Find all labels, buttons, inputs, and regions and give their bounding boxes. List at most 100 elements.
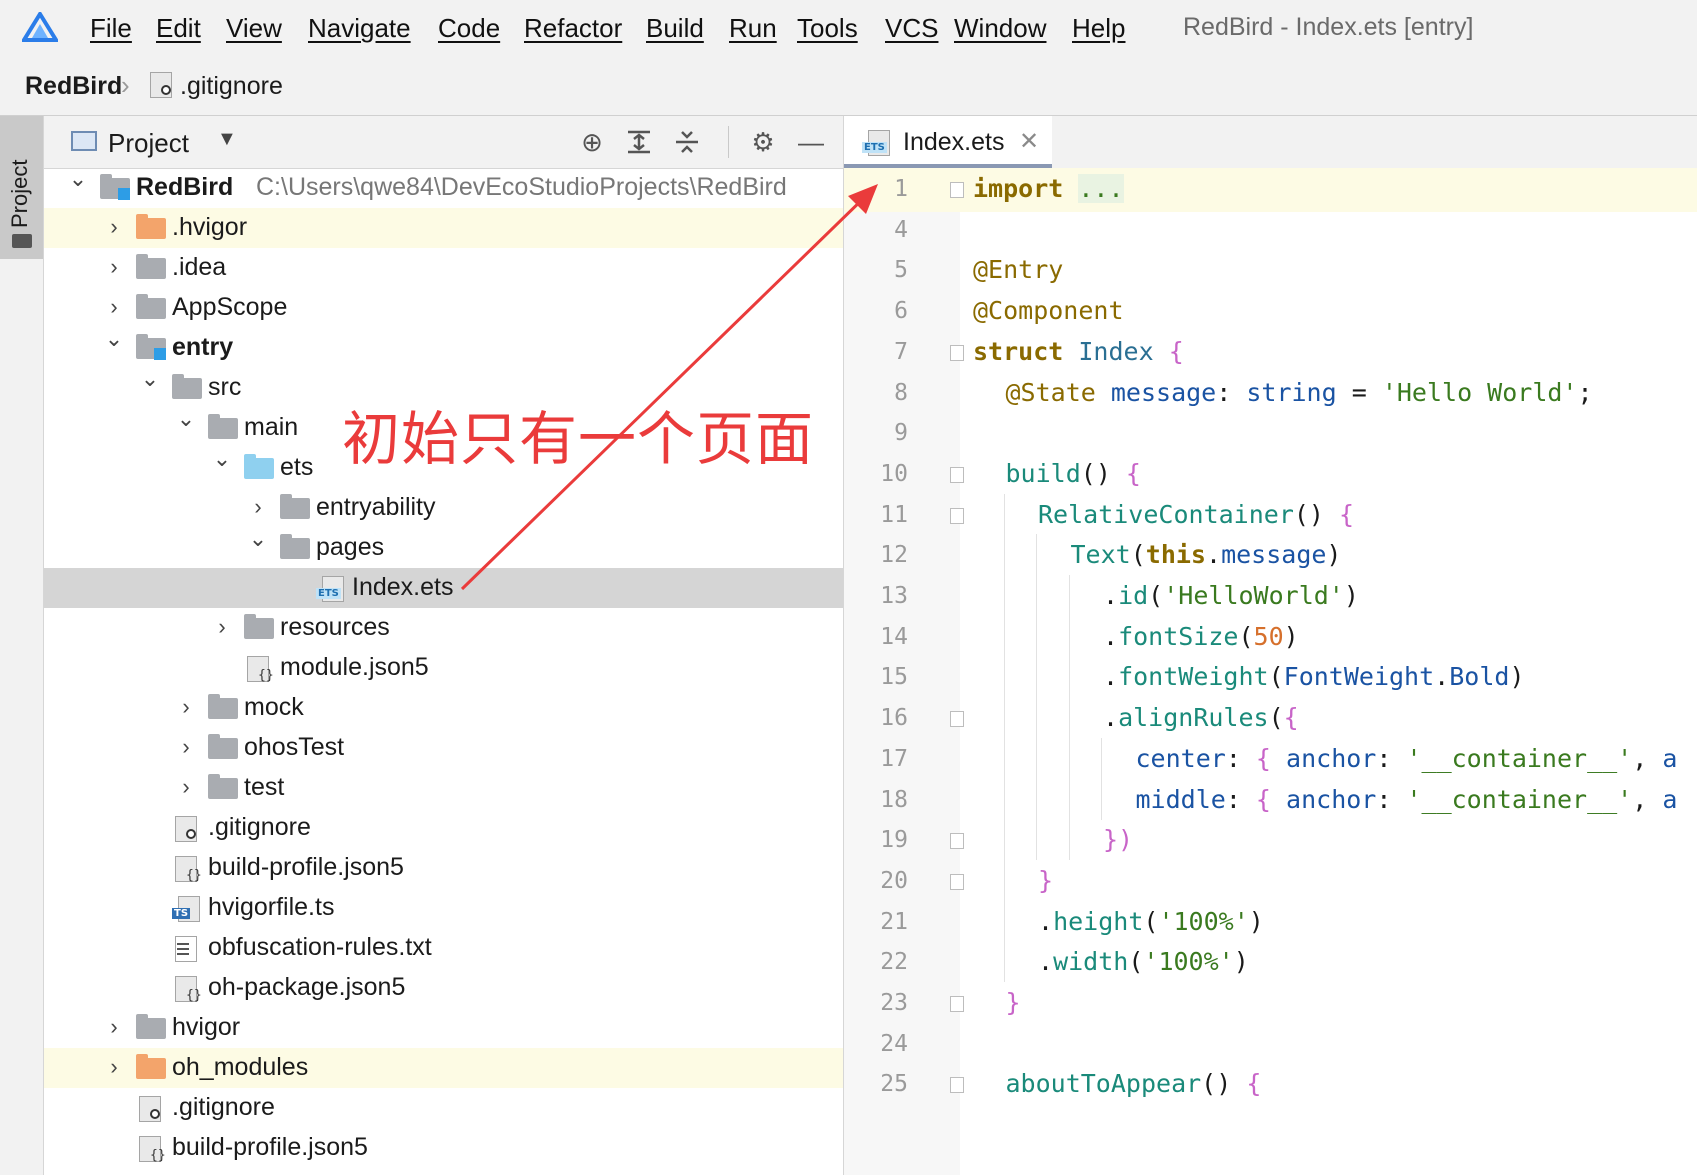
chevron-right-icon[interactable]: › bbox=[104, 294, 124, 319]
tree-item[interactable]: › mock bbox=[44, 688, 843, 728]
menu-view[interactable]: View bbox=[226, 13, 282, 44]
code-token: () bbox=[1201, 1069, 1247, 1099]
tree-item[interactable]: TS hvigorfile.ts bbox=[44, 888, 843, 928]
gear-icon[interactable]: ⚙ bbox=[746, 125, 780, 159]
chevron-down-icon[interactable]: ⌄ bbox=[212, 446, 232, 471]
minimize-icon[interactable]: — bbox=[794, 125, 828, 159]
fold-marker-icon[interactable] bbox=[950, 873, 964, 890]
menu-file[interactable]: File bbox=[90, 13, 132, 44]
tree-item[interactable]: ETS Index.ets bbox=[44, 568, 843, 608]
close-icon[interactable]: ✕ bbox=[1019, 127, 1039, 156]
line-number: 23 bbox=[880, 990, 908, 1016]
tree-item[interactable]: › oh_modules bbox=[44, 1048, 843, 1088]
code-token: ) bbox=[1343, 581, 1359, 610]
chevron-down-icon[interactable]: ▼ bbox=[217, 128, 237, 151]
chevron-right-icon[interactable]: › bbox=[212, 614, 232, 639]
tree-item[interactable]: › hvigor bbox=[44, 1008, 843, 1048]
tree-item[interactable]: .gitignore bbox=[44, 808, 843, 848]
menu-navigate[interactable]: Navigate bbox=[308, 13, 411, 44]
chevron-right-icon[interactable]: › bbox=[176, 774, 196, 799]
tree-item[interactable]: ⌄ entry bbox=[44, 326, 843, 368]
chevron-down-icon[interactable]: ⌄ bbox=[104, 326, 124, 351]
tree-item[interactable]: › test bbox=[44, 768, 843, 808]
code-token: a bbox=[1662, 743, 1678, 773]
fold-marker-icon[interactable] bbox=[950, 507, 964, 524]
tree-item[interactable]: {} build-profile.json5 bbox=[44, 848, 843, 888]
chevron-down-icon[interactable]: ⌄ bbox=[176, 406, 196, 431]
project-tool-button[interactable]: Project bbox=[0, 116, 43, 259]
tree-item[interactable]: › entryability bbox=[44, 488, 843, 528]
chevron-down-icon[interactable]: ⌄ bbox=[68, 166, 88, 191]
indent-guide bbox=[1003, 493, 1005, 535]
fold-marker-icon[interactable] bbox=[950, 344, 964, 361]
tree-item-label: build-profile.json5 bbox=[172, 1133, 368, 1161]
code-text-area[interactable]: 1 import ... 4 5 @Entry 6 @Component 7 struct In… bbox=[844, 168, 1697, 1175]
tree-item[interactable]: {} oh-package.json5 bbox=[44, 968, 843, 1008]
locate-icon[interactable]: ⊕ bbox=[575, 125, 609, 159]
tree-item[interactable]: {} build-profile.json5 bbox=[44, 1128, 843, 1168]
tree-item[interactable]: › AppScope bbox=[44, 288, 843, 328]
menu-refactor[interactable]: Refactor bbox=[524, 13, 622, 44]
chevron-right-icon[interactable]: › bbox=[104, 214, 124, 239]
navigation-bar: RedBird › .gitignore bbox=[0, 60, 1697, 116]
tree-item[interactable]: › ohosTest bbox=[44, 728, 843, 768]
code-token: '100%' bbox=[1158, 906, 1249, 936]
menu-vcs[interactable]: VCS bbox=[885, 13, 938, 44]
folder-icon bbox=[172, 374, 202, 400]
menu-window[interactable]: Window bbox=[954, 13, 1046, 44]
menu-help[interactable]: Help bbox=[1072, 13, 1125, 44]
fold-marker-icon[interactable] bbox=[950, 996, 964, 1012]
breadcrumb-project[interactable]: RedBird bbox=[25, 72, 122, 101]
code-token: , bbox=[1632, 743, 1663, 773]
tree-item[interactable]: › resources bbox=[44, 608, 843, 648]
ets-file-icon: ETS bbox=[862, 130, 892, 156]
code-token: { bbox=[1339, 499, 1355, 529]
code-token: 50 bbox=[1253, 621, 1284, 651]
tree-item[interactable]: ⌄ RedBird C:\Users\qwe84\DevEcoStudioProje… bbox=[44, 166, 843, 208]
fold-marker-icon[interactable] bbox=[950, 1077, 964, 1094]
tree-item[interactable]: {} module.json5 bbox=[44, 648, 843, 688]
tree-item[interactable]: obfuscation-rules.txt bbox=[44, 928, 843, 968]
project-panel-title[interactable]: Project bbox=[108, 128, 189, 159]
expand-all-icon[interactable] bbox=[622, 125, 656, 159]
chevron-right-icon[interactable]: › bbox=[104, 1014, 124, 1039]
code-token: . bbox=[1103, 703, 1119, 733]
fold-marker-icon[interactable] bbox=[950, 466, 964, 483]
tree-item[interactable]: ⌄ pages bbox=[44, 526, 843, 568]
breadcrumb-file[interactable]: .gitignore bbox=[180, 72, 283, 101]
code-token: : bbox=[1376, 784, 1407, 814]
chevron-down-icon[interactable]: ⌄ bbox=[248, 526, 268, 551]
code-editor: ETS Index.ets ✕ 1 import ... 4 5 @Entry 6 @Com… bbox=[843, 116, 1697, 1175]
code-token: ( bbox=[1148, 581, 1164, 610]
fold-marker-icon[interactable] bbox=[950, 711, 964, 728]
code-token: { bbox=[1168, 336, 1184, 366]
menu-build[interactable]: Build bbox=[646, 13, 704, 44]
menu-tools[interactable]: Tools bbox=[797, 13, 858, 44]
line-number: 13 bbox=[880, 583, 908, 609]
menu-edit[interactable]: Edit bbox=[156, 13, 201, 44]
tree-item[interactable]: .gitignore bbox=[44, 1088, 843, 1128]
indent-guide bbox=[1003, 941, 1005, 983]
chevron-right-icon[interactable]: › bbox=[104, 1054, 124, 1079]
line-number: 15 bbox=[880, 664, 908, 691]
fold-marker-icon[interactable] bbox=[950, 182, 964, 198]
chevron-right-icon[interactable]: › bbox=[176, 734, 196, 759]
code-token: : bbox=[1225, 784, 1256, 814]
code-token: : bbox=[1225, 743, 1256, 773]
editor-tab-index-ets[interactable]: ETS Index.ets ✕ bbox=[844, 116, 1052, 168]
chevron-right-icon[interactable]: › bbox=[104, 254, 124, 279]
tree-item[interactable]: › .hvigor bbox=[44, 208, 843, 248]
ignore-file-icon bbox=[147, 72, 177, 100]
code-text: .alignRules({ bbox=[1103, 703, 1299, 732]
fold-marker-icon[interactable] bbox=[950, 833, 964, 850]
menu-bar: File Edit View Navigate Code Refactor Build Run… bbox=[0, 0, 1697, 60]
tree-item[interactable]: › .idea bbox=[44, 248, 843, 288]
chevron-down-icon[interactable]: ⌄ bbox=[140, 366, 160, 391]
code-line: 16 .alignRules({ bbox=[844, 697, 1697, 741]
chevron-right-icon[interactable]: › bbox=[248, 494, 268, 519]
chevron-right-icon[interactable]: › bbox=[176, 694, 196, 719]
collapse-all-icon[interactable] bbox=[670, 125, 704, 159]
menu-code[interactable]: Code bbox=[438, 13, 500, 44]
menu-run[interactable]: Run bbox=[729, 13, 777, 44]
